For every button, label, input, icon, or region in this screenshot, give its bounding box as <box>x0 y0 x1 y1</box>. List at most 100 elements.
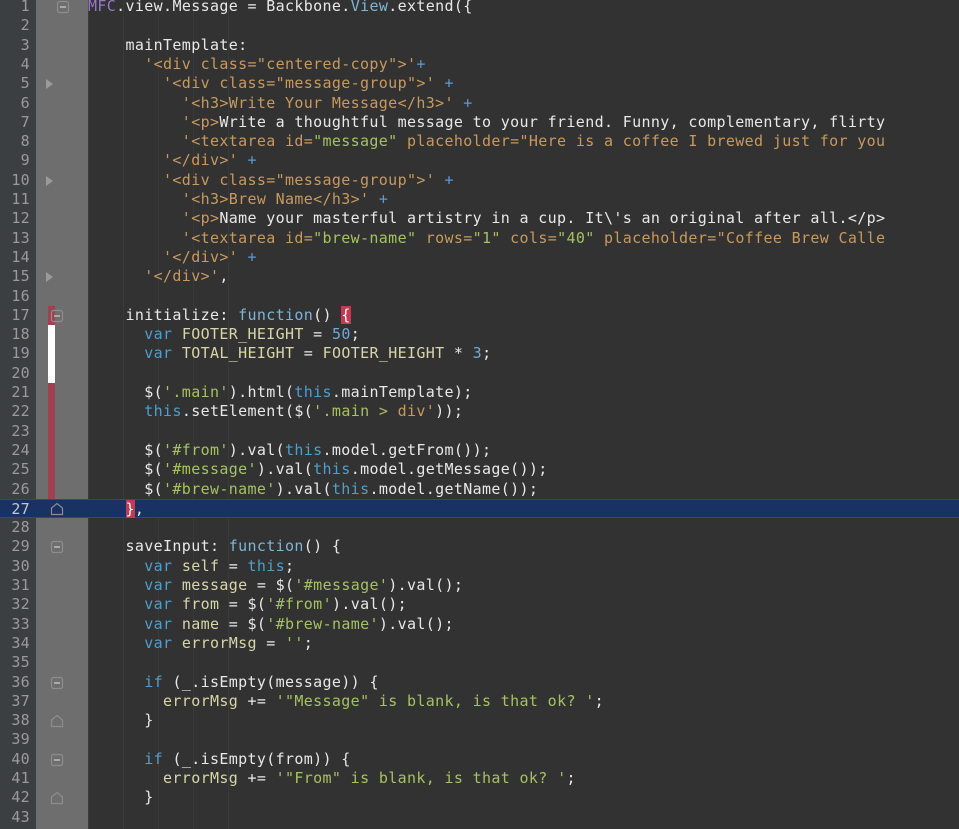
fold-end-icon[interactable] <box>50 502 64 516</box>
fold-end-icon[interactable] <box>50 714 64 728</box>
code-line-text[interactable]: '<p>Write a thoughtful message to your f… <box>88 113 885 132</box>
code-line-text[interactable]: $('.main').html(this.mainTemplate); <box>88 383 473 402</box>
code-line[interactable]: 28 <box>0 518 959 537</box>
token: '<p> <box>88 209 220 228</box>
fold-collapsed-icon[interactable] <box>42 77 56 91</box>
code-line[interactable]: 20 <box>0 364 959 383</box>
fold-end-icon[interactable] <box>50 791 64 805</box>
line-number: 41 <box>11 769 30 787</box>
code-line[interactable]: 23 <box>0 422 959 441</box>
code-line-text[interactable]: if (_.isEmpty(from)) { <box>88 750 351 769</box>
code-line[interactable]: 7 '<p>Write a thoughtful message to your… <box>0 113 959 132</box>
line-number: 11 <box>11 190 30 208</box>
code-line-text[interactable]: '</div>', <box>88 267 229 286</box>
code-line-text[interactable]: saveInput: function() { <box>88 537 341 556</box>
code-line[interactable]: 22 this.setElement($('.main > div')); <box>0 402 959 421</box>
fold-expanded-icon[interactable] <box>50 309 64 323</box>
code-line[interactable]: 42 } <box>0 788 959 807</box>
code-line[interactable]: 30 var self = this; <box>0 557 959 576</box>
token: .model.getName()); <box>369 479 539 498</box>
code-line-text[interactable]: initialize: function() { <box>88 305 351 325</box>
code-line[interactable]: 35 <box>0 653 959 672</box>
code-line-text[interactable]: $('#from').val(this.model.getFrom()); <box>88 441 491 460</box>
code-line-text[interactable]: '<textarea id="message" placeholder="Her… <box>88 132 885 151</box>
fold-collapsed-icon[interactable] <box>42 174 56 188</box>
code-line[interactable]: 16 <box>0 287 959 306</box>
code-line-text[interactable]: '</div>' + <box>88 151 257 170</box>
code-line[interactable]: 29 saveInput: function() { <box>0 537 959 556</box>
code-line[interactable]: 41 errorMsg += '"From" is blank, is that… <box>0 769 959 788</box>
code-line[interactable]: 39 <box>0 730 959 749</box>
code-line-text[interactable]: var FOOTER_HEIGHT = 50; <box>88 325 360 344</box>
code-line[interactable]: 24 $('#from').val(this.model.getFrom()); <box>0 441 959 460</box>
code-line-text[interactable]: MFC.view.Message = Backbone.View.extend(… <box>88 0 473 16</box>
code-line-text[interactable]: } <box>88 711 154 730</box>
code-line-text[interactable]: '<h3>Write Your Message</h3>' + <box>88 94 473 113</box>
code-line[interactable]: 27 }, <box>0 498 959 519</box>
code-line-text[interactable]: errorMsg += '"Message" is blank, is that… <box>88 692 604 711</box>
code-line[interactable]: 21 $('.main').html(this.mainTemplate); <box>0 383 959 402</box>
code-line-text[interactable]: this.setElement($('.main > div')); <box>88 402 463 421</box>
code-line[interactable]: 13 '<textarea id="brew-name" rows="1" co… <box>0 229 959 248</box>
line-number: 42 <box>11 788 30 807</box>
code-line-text[interactable]: $('#message').val(this.model.getMessage(… <box>88 460 548 479</box>
code-line-text[interactable]: $('#brew-name').val(this.model.getName()… <box>88 480 538 499</box>
token: message <box>172 576 257 594</box>
code-line-text[interactable]: '<div class="message-group">' + <box>88 74 454 93</box>
code-line[interactable]: 26 $('#brew-name').val(this.model.getNam… <box>0 480 959 499</box>
fold-collapsed-icon[interactable] <box>42 270 56 284</box>
code-line[interactable]: 12 '<p>Name your masterful artistry in a… <box>0 209 959 228</box>
code-line[interactable]: 25 $('#message').val(this.model.getMessa… <box>0 460 959 479</box>
code-line[interactable]: 10 '<div class="message-group">' + <box>0 171 959 190</box>
code-line[interactable]: 15 '</div>', <box>0 267 959 286</box>
code-line[interactable]: 11 '<h3>Brew Name</h3>' + <box>0 190 959 209</box>
code-line[interactable]: 4 '<div class="centered-copy">'+ <box>0 55 959 74</box>
fold-expanded-icon[interactable] <box>50 753 64 767</box>
code-line-text[interactable]: if (_.isEmpty(message)) { <box>88 673 379 692</box>
code-line[interactable]: 17 initialize: function() { <box>0 305 959 325</box>
code-line-text[interactable]: '<h3>Brew Name</h3>' + <box>88 190 388 209</box>
fold-expanded-icon[interactable] <box>50 540 64 554</box>
code-line[interactable]: 32 var from = $('#from').val(); <box>0 595 959 614</box>
code-line-text[interactable]: var message = $('#message').val(); <box>88 576 463 595</box>
code-editor[interactable]: 1 MFC.view.Message = Backbone.View.extend… <box>0 0 959 829</box>
code-line-text[interactable]: var errorMsg = ''; <box>88 634 313 653</box>
code-line[interactable]: 2 <box>0 16 959 35</box>
code-line[interactable]: 3 mainTemplate: <box>0 36 959 55</box>
code-line[interactable]: 37 errorMsg += '"Message" is blank, is t… <box>0 692 959 711</box>
code-line-text[interactable]: var from = $('#from').val(); <box>88 595 407 614</box>
code-line-text[interactable]: var self = this; <box>88 557 294 576</box>
fold-expanded-icon[interactable] <box>50 676 64 690</box>
code-line-text[interactable]: var TOTAL_HEIGHT = FOOTER_HEIGHT * 3; <box>88 344 491 363</box>
code-line[interactable]: 9 '</div>' + <box>0 151 959 170</box>
code-line-text[interactable]: '<div class="message-group">' + <box>88 171 454 190</box>
code-line[interactable]: 36 if (_.isEmpty(message)) { <box>0 673 959 692</box>
code-line[interactable]: 40 if (_.isEmpty(from)) { <box>0 750 959 769</box>
line-number: 7 <box>20 112 30 131</box>
code-line-text[interactable]: '</div>' + <box>88 248 257 267</box>
code-line[interactable]: 31 var message = $('#message').val(); <box>0 576 959 595</box>
code-line[interactable]: 34 var errorMsg = ''; <box>0 634 959 653</box>
code-line-text[interactable]: '<textarea id="brew-name" rows="1" cols=… <box>88 229 885 248</box>
code-line[interactable]: 38 } <box>0 711 959 730</box>
line-number: 20 <box>11 363 30 382</box>
code-line[interactable]: 19 var TOTAL_HEIGHT = FOOTER_HEIGHT * 3; <box>0 344 959 363</box>
code-line[interactable]: 6 '<h3>Write Your Message</h3>' + <box>0 94 959 113</box>
code-line[interactable]: 14 '</div>' + <box>0 248 959 267</box>
line-number: 39 <box>11 730 30 749</box>
code-line[interactable]: 1 MFC.view.Message = Backbone.View.extend… <box>0 0 959 16</box>
code-line[interactable]: 5 '<div class="message-group">' + <box>0 74 959 93</box>
code-line[interactable]: 8 '<textarea id="message" placeholder="H… <box>0 132 959 151</box>
fold-expanded-icon[interactable] <box>56 0 70 14</box>
code-line[interactable]: 43 <box>0 808 959 827</box>
code-line-text[interactable]: var name = $('#brew-name').val(); <box>88 615 454 634</box>
code-line-text[interactable]: mainTemplate: <box>88 36 248 55</box>
code-line[interactable]: 18 var FOOTER_HEIGHT = 50; <box>0 325 959 344</box>
code-line-text[interactable]: errorMsg += '"From" is blank, is that ok… <box>88 769 576 788</box>
code-line-text[interactable]: '<p>Name your masterful artistry in a cu… <box>88 209 885 228</box>
code-line[interactable]: 33 var name = $('#brew-name').val(); <box>0 615 959 634</box>
code-line-text[interactable]: } <box>88 788 154 807</box>
code-line-text[interactable]: }, <box>88 499 144 519</box>
code-line-text[interactable]: '<div class="centered-copy">'+ <box>88 55 426 74</box>
